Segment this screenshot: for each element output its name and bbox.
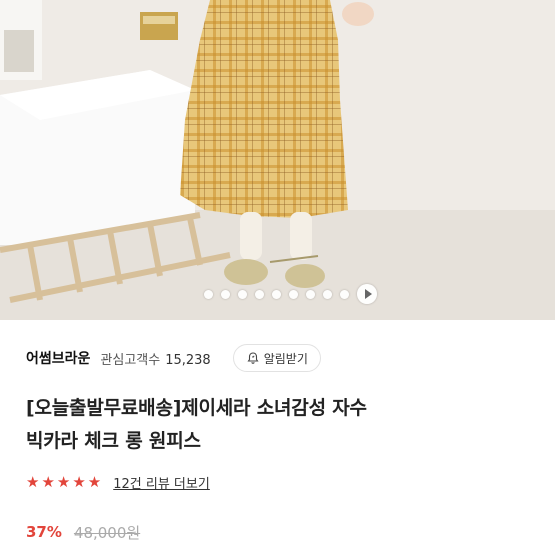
original-price: 48,000원 — [73, 523, 141, 542]
carousel-dot[interactable] — [272, 289, 281, 299]
product-photo — [0, 0, 555, 320]
seller-name[interactable]: 어썸브라운 — [26, 348, 90, 368]
follower-count: 관심고객수 15,238 — [100, 349, 210, 368]
carousel-dot[interactable] — [221, 289, 230, 299]
review-more-link[interactable]: 12건 리뷰 더보기 — [113, 473, 210, 492]
seller-row: 어썸브라운 관심고객수 15,238 알림받기 — [26, 336, 529, 380]
discount-rate: 37% — [26, 523, 62, 541]
carousel-dot[interactable] — [255, 289, 264, 299]
product-title-line2: 빅카라 체크 롱 원피스 — [26, 430, 201, 452]
product-info: 어썸브라운 관심고객수 15,238 알림받기 [오늘출발무료배송]제이세라 소녀… — [0, 336, 555, 546]
carousel-dot[interactable] — [323, 289, 332, 299]
alert-button-label: 알림받기 — [263, 351, 308, 366]
follower-number: 15,238 — [165, 352, 211, 368]
product-title: [오늘출발무료배송]제이세라 소녀감성 자수 빅카라 체크 롱 원피스 — [26, 392, 529, 458]
carousel-dot[interactable] — [204, 289, 213, 299]
bell-icon — [247, 352, 259, 364]
product-title-line1: [오늘출발무료배송]제이세라 소녀감성 자수 — [26, 397, 367, 419]
carousel-indicator — [0, 284, 555, 304]
carousel-dot[interactable] — [238, 289, 247, 299]
price-row: 37% 48,000원 — [26, 518, 529, 546]
carousel-dot[interactable] — [289, 289, 298, 299]
alert-button[interactable]: 알림받기 — [232, 344, 321, 372]
product-image-carousel[interactable] — [0, 0, 555, 320]
play-icon[interactable] — [357, 284, 377, 304]
rating-stars: ★★★★★ — [26, 473, 104, 491]
carousel-dot[interactable] — [340, 289, 349, 299]
follower-label: 관심고객수 — [100, 352, 161, 368]
review-row: ★★★★★ 12건 리뷰 더보기 — [26, 470, 529, 494]
carousel-dot[interactable] — [306, 289, 315, 299]
